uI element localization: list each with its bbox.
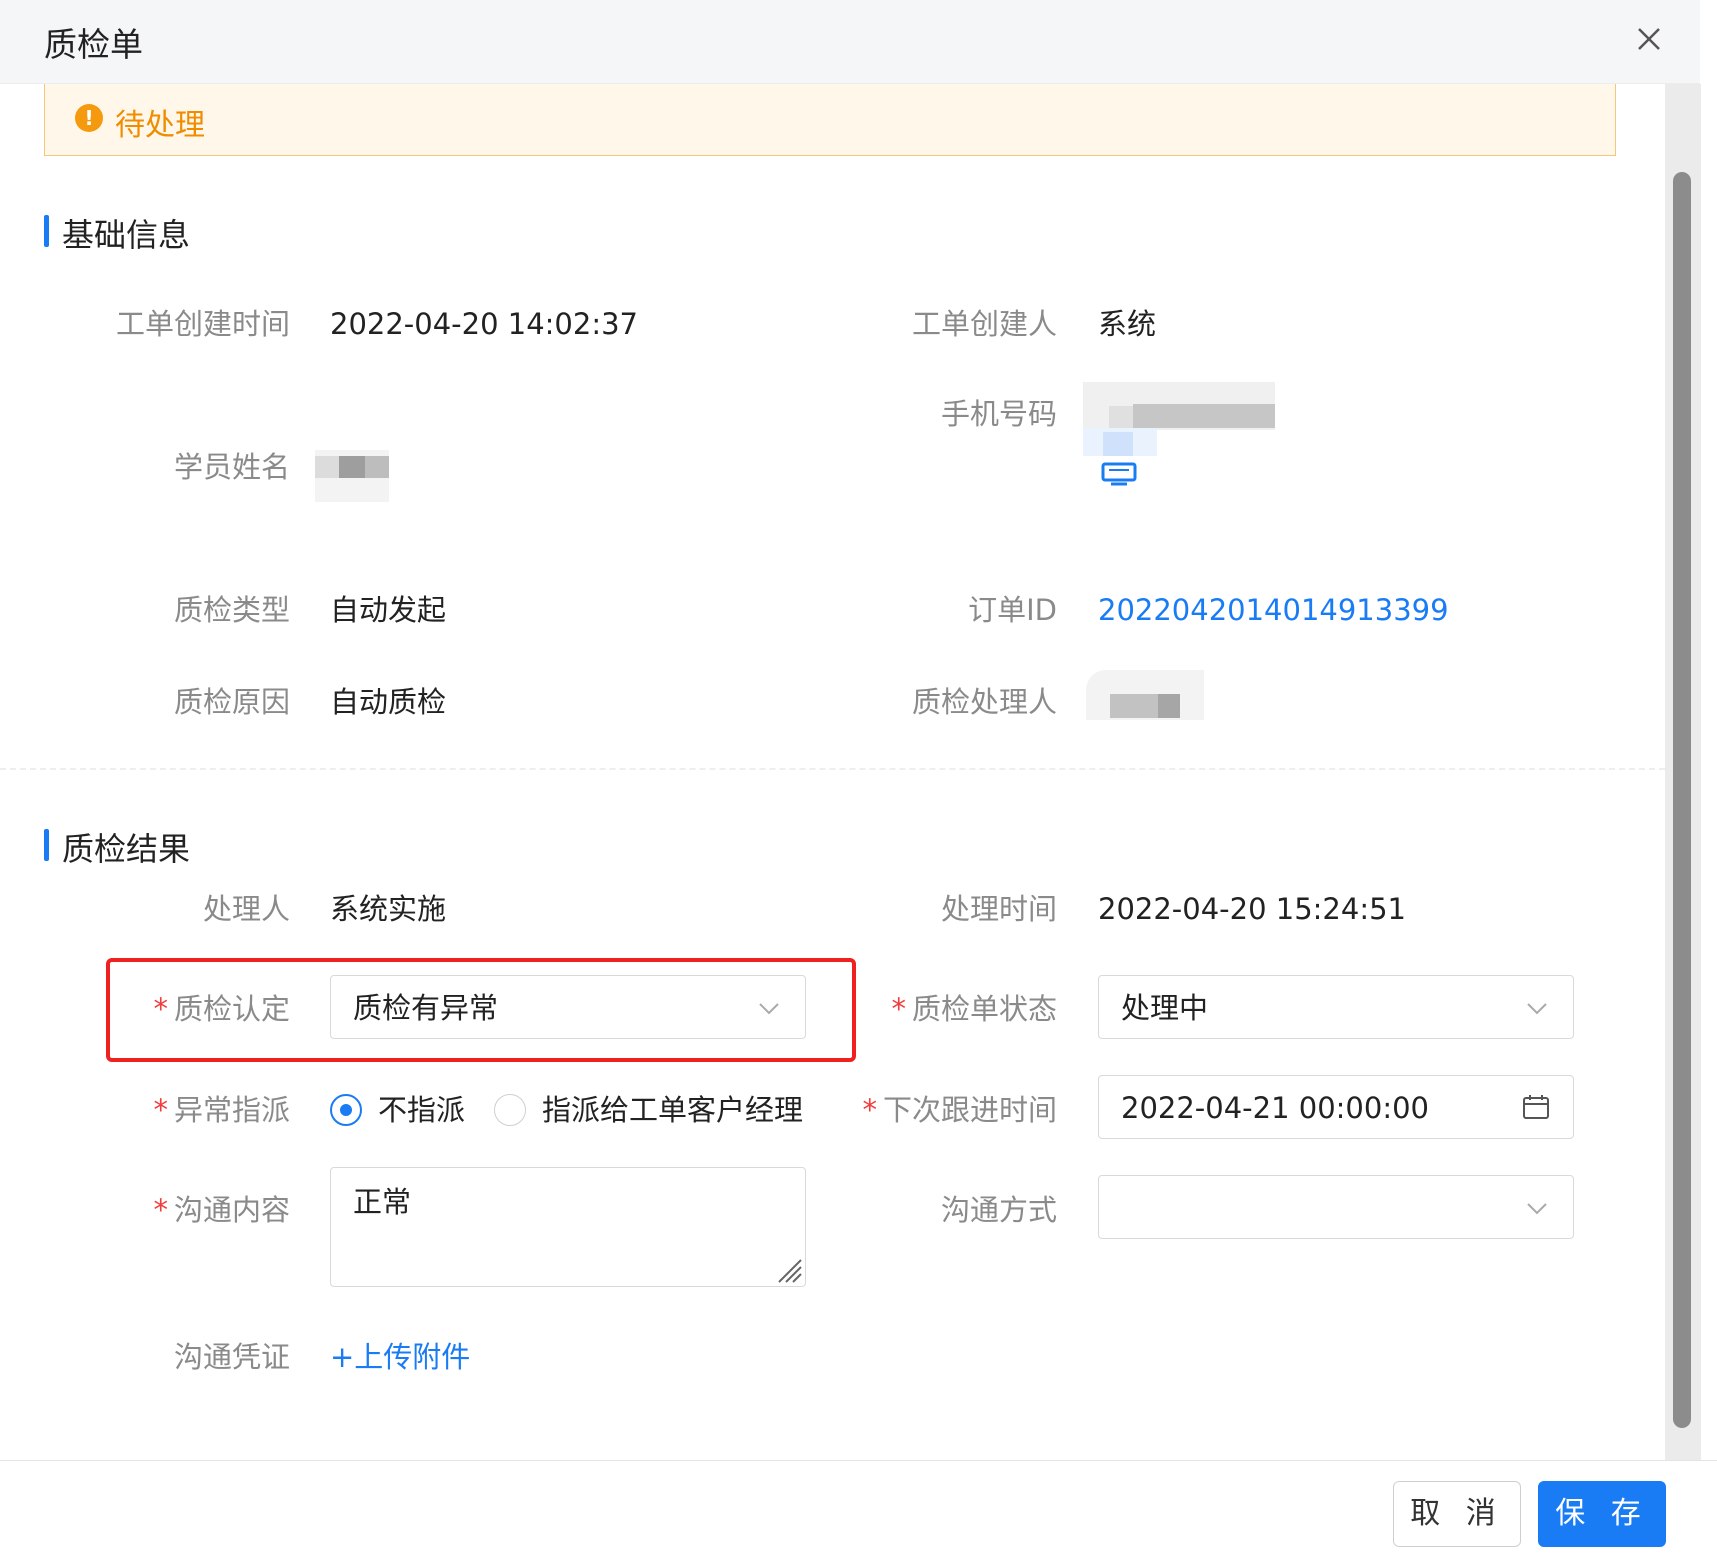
order-id-link[interactable]: 2022042014014913399	[1098, 590, 1449, 630]
qc-handler-redacted	[1086, 670, 1204, 720]
phone-view-icon[interactable]	[1083, 428, 1157, 488]
qc-status-label: * 质检单状态	[891, 992, 1057, 1026]
save-button[interactable]: 保 存	[1538, 1481, 1666, 1547]
qc-status-select[interactable]: 处理中	[1098, 975, 1574, 1039]
chevron-down-icon	[1527, 1003, 1547, 1015]
comm-method-label: 沟通方式	[940, 1193, 1057, 1227]
qc-handler-label: 质检处理人	[911, 685, 1057, 719]
handle-time-label: 处理时间	[940, 892, 1057, 926]
section-title-qc-result: 质检结果	[44, 824, 190, 870]
resize-handle-icon[interactable]	[773, 1254, 803, 1284]
status-text: 待处理	[115, 108, 205, 143]
required-mark: *	[153, 1193, 168, 1227]
handle-time-value: 2022-04-20 15:24:51	[1098, 892, 1406, 926]
section-title-basic-info: 基础信息	[44, 210, 190, 256]
phone-value-redacted	[1083, 382, 1301, 432]
exception-assign-label: * 异常指派	[153, 1093, 290, 1127]
order-id-label: 订单ID	[968, 593, 1057, 627]
communication-textarea[interactable]: 正常	[330, 1167, 806, 1287]
phone-label: 手机号码	[940, 397, 1057, 431]
student-name-redacted	[315, 450, 389, 502]
qc-judgement-select[interactable]: 质检有异常	[330, 975, 806, 1039]
close-icon[interactable]	[1628, 18, 1670, 60]
scrollbar-thumb[interactable]	[1673, 172, 1691, 1428]
comm-method-select[interactable]	[1098, 1175, 1574, 1239]
radio-checked	[330, 1094, 362, 1126]
radio-label: 不指派	[378, 1093, 466, 1127]
handler-value: 系统实施	[330, 892, 447, 926]
qc-judgement-selected: 质检有异常	[353, 991, 499, 1025]
calendar-icon	[1523, 1095, 1549, 1119]
required-mark: *	[153, 992, 168, 1026]
upload-attachment-link[interactable]: +上传附件	[330, 1337, 470, 1377]
communication-label: * 沟通内容	[153, 1193, 290, 1227]
qc-type-value: 自动发起	[330, 593, 447, 627]
qc-type-label: 质检类型	[173, 593, 290, 627]
radio-unchecked	[494, 1094, 526, 1126]
creator-label: 工单创建人	[911, 307, 1057, 341]
required-mark: *	[862, 1093, 877, 1127]
required-mark: *	[153, 1093, 168, 1127]
created-time-label: 工单创建时间	[115, 307, 290, 341]
qc-reason-label: 质检原因	[173, 685, 290, 719]
communication-text: 正常	[353, 1185, 412, 1219]
cancel-button[interactable]: 取 消	[1393, 1481, 1521, 1547]
next-followup-value: 2022-04-21 00:00:00	[1121, 1091, 1429, 1125]
warning-icon: !	[75, 104, 103, 132]
required-mark: *	[891, 992, 906, 1026]
created-time-value: 2022-04-20 14:02:37	[330, 307, 638, 341]
chevron-down-icon	[1527, 1203, 1547, 1215]
creator-value: 系统	[1098, 307, 1157, 341]
handler-label: 处理人	[202, 892, 290, 926]
dialog-title: 质检单	[44, 25, 143, 64]
qc-status-selected: 处理中	[1121, 991, 1209, 1025]
qc-judgement-label: * 质检认定	[153, 992, 290, 1026]
next-followup-label: * 下次跟进时间	[862, 1093, 1057, 1127]
evidence-label: 沟通凭证	[173, 1340, 290, 1374]
status-alert: ! 待处理	[44, 84, 1616, 156]
student-name-label: 学员姓名	[173, 450, 290, 484]
section-divider	[0, 768, 1665, 770]
qc-reason-value: 自动质检	[330, 685, 447, 719]
radio-label: 指派给工单客户经理	[542, 1093, 804, 1127]
next-followup-datepicker[interactable]: 2022-04-21 00:00:00	[1098, 1075, 1574, 1139]
dialog-header: 质检单	[0, 0, 1700, 84]
